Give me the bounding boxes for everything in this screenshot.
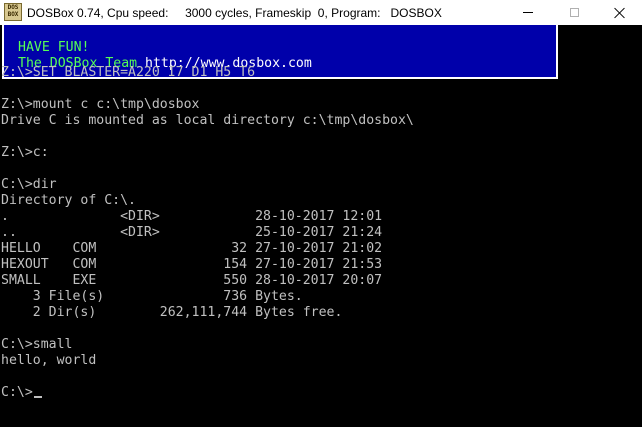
- terminal-line: 3 File(s) 736 Bytes.: [1, 289, 303, 304]
- terminal-line: Z:\>mount c c:\tmp\dosbox: [1, 97, 200, 112]
- banner-have-fun: HAVE FUN!: [18, 40, 90, 55]
- terminal-line: C:\>small: [1, 337, 73, 352]
- terminal-line: Directory of C:\.: [1, 193, 136, 208]
- terminal-line: C:\>dir: [1, 177, 57, 192]
- terminal-line: SMALL EXE 550 28-10-2017 20:07: [1, 273, 383, 288]
- maximize-button[interactable]: [551, 0, 597, 25]
- terminal-line: 2 Dir(s) 262,111,744 Bytes free.: [1, 305, 343, 320]
- dosbox-window: DOS BOX DOSBox 0.74, Cpu speed: 3000 cyc…: [0, 0, 642, 427]
- terminal-line: Drive C is mounted as local directory c:…: [1, 113, 414, 128]
- text-cursor: [33, 396, 42, 398]
- terminal-output[interactable]: Z:\>SET BLASTER=A220 I7 D1 H5 T6 Z:\>moun…: [1, 65, 414, 401]
- dosbox-app-icon[interactable]: DOS BOX: [4, 3, 22, 21]
- close-button[interactable]: [596, 0, 642, 25]
- app-icon-label: DOS BOX: [7, 4, 19, 18]
- terminal-line: C:\>: [1, 385, 414, 401]
- terminal-line: .. <DIR> 25-10-2017 21:24: [1, 225, 383, 240]
- maximize-icon: [569, 8, 579, 17]
- terminal-line: Z:\>SET BLASTER=A220 I7 D1 H5 T6: [1, 65, 256, 80]
- minimize-button[interactable]: [505, 0, 551, 25]
- terminal-line: HEXOUT COM 154 27-10-2017 21:53: [1, 257, 383, 272]
- window-title: DOSBox 0.74, Cpu speed: 3000 cycles, Fra…: [27, 6, 442, 20]
- terminal-line: . <DIR> 28-10-2017 12:01: [1, 209, 383, 224]
- terminal-line: HELLO COM 32 27-10-2017 21:02: [1, 241, 383, 256]
- terminal-line: hello, world: [1, 353, 97, 368]
- minimize-icon: [523, 12, 533, 13]
- title-bar[interactable]: DOS BOX DOSBox 0.74, Cpu speed: 3000 cyc…: [0, 0, 642, 25]
- terminal-line: Z:\>c:: [1, 145, 49, 160]
- close-icon: [614, 7, 625, 18]
